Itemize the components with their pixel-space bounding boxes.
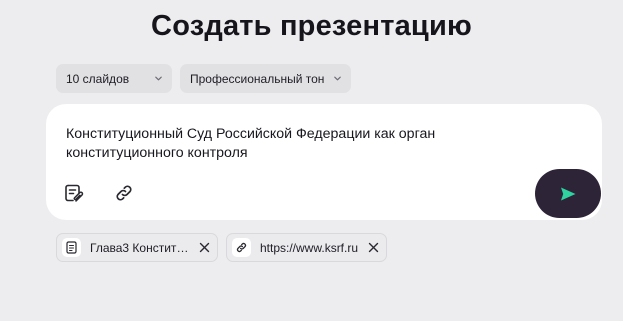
close-icon[interactable] xyxy=(199,242,210,253)
attachment-chip-file[interactable]: Глава3 Конституционный Суд xyxy=(56,233,218,262)
document-attach-icon[interactable] xyxy=(62,181,86,205)
tone-select[interactable]: Профессиональный тон xyxy=(180,64,351,93)
send-arrow-icon xyxy=(561,187,576,200)
close-icon[interactable] xyxy=(368,242,379,253)
send-button[interactable] xyxy=(535,169,601,218)
link-icon[interactable] xyxy=(112,181,136,205)
slides-count-select[interactable]: 10 слайдов xyxy=(56,64,172,93)
page-title: Создать презентацию xyxy=(151,10,472,42)
prompt-input[interactable]: Конституционный Суд Российской Федерации… xyxy=(66,125,526,163)
attachment-label: https://www.ksrf.ru xyxy=(260,240,359,255)
document-icon xyxy=(62,238,81,257)
prompt-card: Конституционный Суд Российской Федерации… xyxy=(46,104,602,220)
link-icon xyxy=(232,238,251,257)
chevron-down-icon xyxy=(155,76,162,81)
attachment-label: Глава3 Конституционный Суд xyxy=(90,240,190,255)
attachment-chip-url[interactable]: https://www.ksrf.ru xyxy=(226,233,387,262)
tone-value: Профессиональный тон xyxy=(190,71,325,86)
slides-count-value: 10 слайдов xyxy=(66,71,130,86)
chevron-down-icon xyxy=(334,76,341,81)
